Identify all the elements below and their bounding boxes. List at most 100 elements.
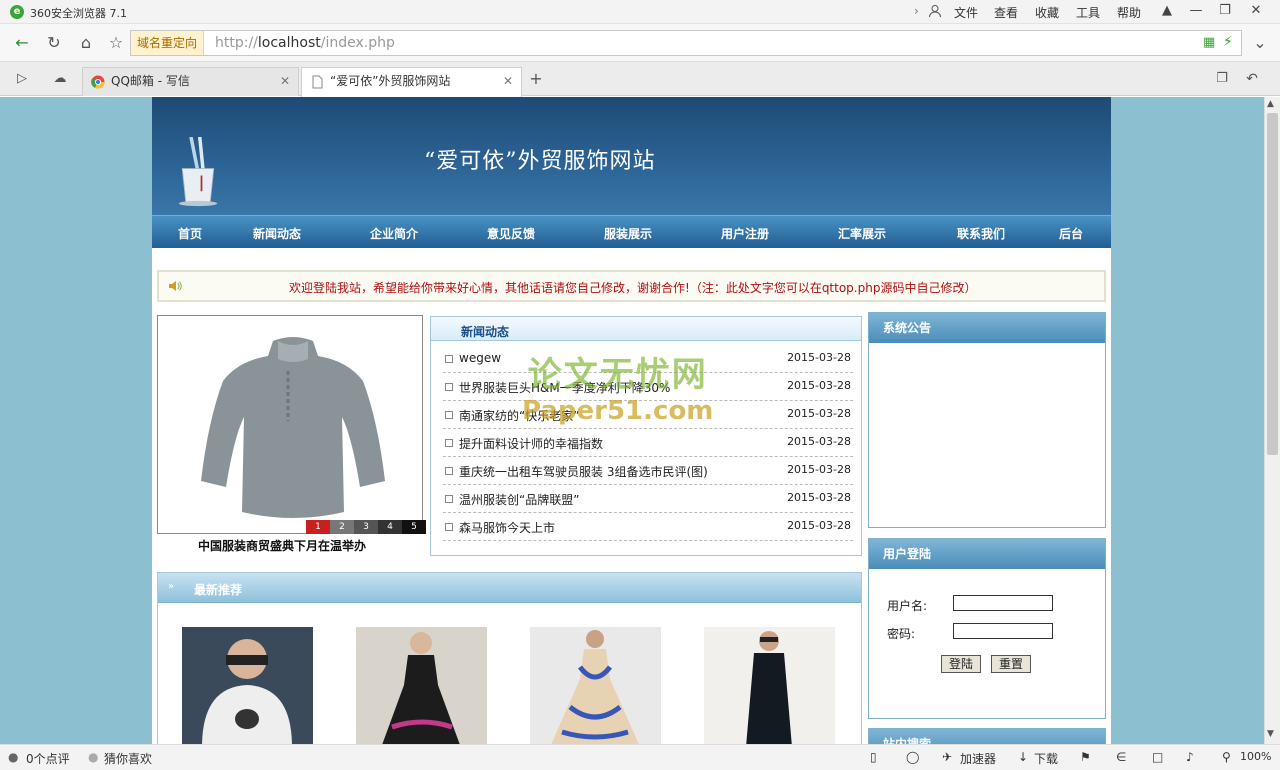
slideshow[interactable]: 1 2 3 4 5 [157, 315, 426, 534]
bullet-icon [445, 355, 453, 363]
tab-close-icon[interactable]: ✕ [280, 68, 290, 95]
maximize-button[interactable]: ❐ [1211, 0, 1239, 22]
mobile-icon[interactable]: ▯ [870, 750, 877, 764]
news-item[interactable]: 温州服装创“品牌联盟” 2015-03-28 [443, 485, 853, 513]
search-panel: 站内搜索 [868, 728, 1106, 744]
sidebar-toggle-icon[interactable]: ▷ [10, 68, 34, 90]
news-item-title[interactable]: 温州服装创“品牌联盟” [459, 491, 579, 508]
welcome-text: 欢迎登陆我站，希望能给你带来好心情，其他话语请您自己修改，谢谢合作!（注：此处文… [289, 281, 977, 295]
vertical-scrollbar[interactable]: ▲ ▼ [1264, 97, 1280, 744]
recommend-title: 最新推荐 [194, 583, 243, 597]
product-image[interactable] [182, 627, 313, 744]
accelerator-label[interactable]: 加速器 [960, 750, 996, 767]
menu-file[interactable]: 文件 [954, 4, 978, 21]
zoom-icon[interactable]: ⚲ [1222, 750, 1231, 764]
tab-current-site[interactable]: “爱可依”外贸服饰网站 ✕ [301, 67, 522, 97]
address-bar[interactable]: 域名重定向 http://localhost/index.php ▦ ⚡ [130, 30, 1242, 56]
user-icon[interactable] [928, 4, 942, 21]
menu-favorites[interactable]: 收藏 [1035, 4, 1059, 21]
page-icon [312, 75, 323, 89]
tab-list-icon[interactable]: ❐ [1210, 68, 1234, 90]
news-item-date: 2015-03-28 [787, 351, 851, 364]
nav-news[interactable]: 新闻动态 [253, 225, 301, 242]
reviews-count[interactable]: 0个点评 [26, 750, 70, 767]
watermark: 论文无忧网 Paper51.com [522, 347, 713, 426]
back-icon[interactable]: ← [10, 32, 34, 54]
lightning-icon[interactable]: ⚡ [1223, 34, 1233, 50]
tab-label: QQ邮箱 - 写信 [111, 74, 190, 88]
watermark-line-1: 论文无忧网 [527, 355, 708, 395]
url-host: localhost [257, 35, 321, 51]
download-label[interactable]: 下载 [1034, 750, 1058, 767]
nav-home[interactable]: 首页 [178, 225, 202, 242]
nav-exchange-rate[interactable]: 汇率展示 [838, 225, 886, 242]
guess-icon[interactable]: ● [88, 750, 98, 764]
news-item[interactable]: 森马服饰今天上市 2015-03-28 [443, 513, 853, 541]
slide-dot-2[interactable]: 2 [330, 520, 354, 534]
url-path: /index.php [320, 35, 395, 51]
slide-dot-5[interactable]: 5 [402, 520, 426, 534]
minimize-button[interactable]: — [1182, 0, 1210, 22]
flag-icon[interactable]: ⚑ [1080, 750, 1091, 764]
close-button[interactable]: ✕ [1242, 0, 1270, 22]
slide-caption[interactable]: 中国服装商贸盛典下月在温举办 [198, 537, 366, 554]
menu-view[interactable]: 查看 [994, 4, 1018, 21]
nav-about[interactable]: 企业简介 [370, 225, 418, 242]
menu-help[interactable]: 帮助 [1117, 4, 1141, 21]
slide-dot-1[interactable]: 1 [306, 520, 330, 534]
browser-protect-icon[interactable]: ◯ [906, 750, 919, 764]
news-item-date: 2015-03-28 [787, 463, 851, 476]
menu-tools[interactable]: 工具 [1076, 4, 1100, 21]
refresh-icon[interactable]: ↻ [42, 32, 66, 54]
scroll-thumb[interactable] [1267, 113, 1278, 455]
news-item[interactable]: 重庆统一出租车驾驶员服装 3组备选市民评(图) 2015-03-28 [443, 457, 853, 485]
nav-contact[interactable]: 联系我们 [957, 225, 1005, 242]
window-icon[interactable]: □ [1152, 750, 1163, 764]
news-item[interactable]: 提升面料设计师的幸福指数 2015-03-28 [443, 429, 853, 457]
redirect-badge[interactable]: 域名重定向 [131, 31, 205, 55]
news-item-title[interactable]: 提升面料设计师的幸福指数 [459, 435, 603, 452]
cloud-icon[interactable]: ☁ [48, 68, 72, 90]
nav-register[interactable]: 用户注册 [721, 225, 769, 242]
zoom-level[interactable]: 100% [1240, 750, 1271, 763]
chrome-like-icon [91, 75, 105, 89]
download-icon[interactable]: ↓ [1018, 750, 1028, 764]
accelerator-icon[interactable]: ✈ [942, 750, 952, 764]
news-item-title[interactable]: 重庆统一出租车驾驶员服装 3组备选市民评(图) [459, 463, 708, 480]
slide-dot-3[interactable]: 3 [354, 520, 378, 534]
qr-code-icon[interactable]: ▦ [1203, 35, 1215, 50]
chevron-right-icon[interactable]: › [914, 4, 919, 18]
reset-button[interactable]: 重置 [991, 655, 1031, 673]
skin-icon[interactable]: ▲ [1153, 0, 1181, 22]
new-tab-icon[interactable]: + [524, 68, 548, 90]
scroll-down-icon[interactable]: ▼ [1267, 729, 1274, 739]
status-bar: ● 0个点评 ● 猜你喜欢 ▯ ◯ ✈ 加速器 ↓ 下载 ⚑ ∈ □ ♪ ⚲ 1… [0, 744, 1280, 770]
login-button[interactable]: 登陆 [941, 655, 981, 673]
nav-clothing[interactable]: 服装展示 [604, 225, 652, 242]
notice-title: 系统公告 [869, 313, 1105, 343]
undo-close-icon[interactable]: ↶ [1240, 68, 1264, 90]
tab-qqmail[interactable]: QQ邮箱 - 写信 ✕ [82, 67, 299, 96]
slide-dot-4[interactable]: 4 [378, 520, 402, 534]
news-item-title[interactable]: 森马服饰今天上市 [459, 519, 555, 536]
product-image[interactable] [356, 627, 487, 744]
username-input[interactable] [953, 595, 1053, 611]
scroll-up-icon[interactable]: ▲ [1267, 99, 1274, 109]
product-image[interactable] [530, 627, 661, 744]
password-input[interactable] [953, 623, 1053, 639]
nav-feedback[interactable]: 意见反馈 [487, 225, 535, 242]
star-icon[interactable]: ☆ [104, 32, 128, 54]
chevron-down-icon[interactable]: ⌄ [1248, 32, 1272, 54]
guess-you-like[interactable]: 猜你喜欢 [104, 750, 152, 767]
ie-icon[interactable]: ∈ [1116, 750, 1126, 764]
news-title[interactable]: 新闻动态 [461, 323, 509, 340]
news-item-title[interactable]: wegew [459, 351, 501, 365]
home-icon[interactable]: ⌂ [74, 32, 98, 54]
tab-close-icon[interactable]: ✕ [503, 68, 513, 95]
comment-icon[interactable]: ● [8, 750, 18, 764]
title-bar: e 360安全浏览器 7.1 › 文件 查看 收藏 工具 帮助 ▲ — ❐ ✕ [0, 0, 1280, 24]
product-image[interactable] [704, 627, 835, 744]
nav-admin[interactable]: 后台 [1059, 225, 1083, 242]
url-text[interactable]: http://localhost/index.php [215, 35, 395, 51]
volume-icon[interactable]: ♪ [1186, 750, 1194, 764]
